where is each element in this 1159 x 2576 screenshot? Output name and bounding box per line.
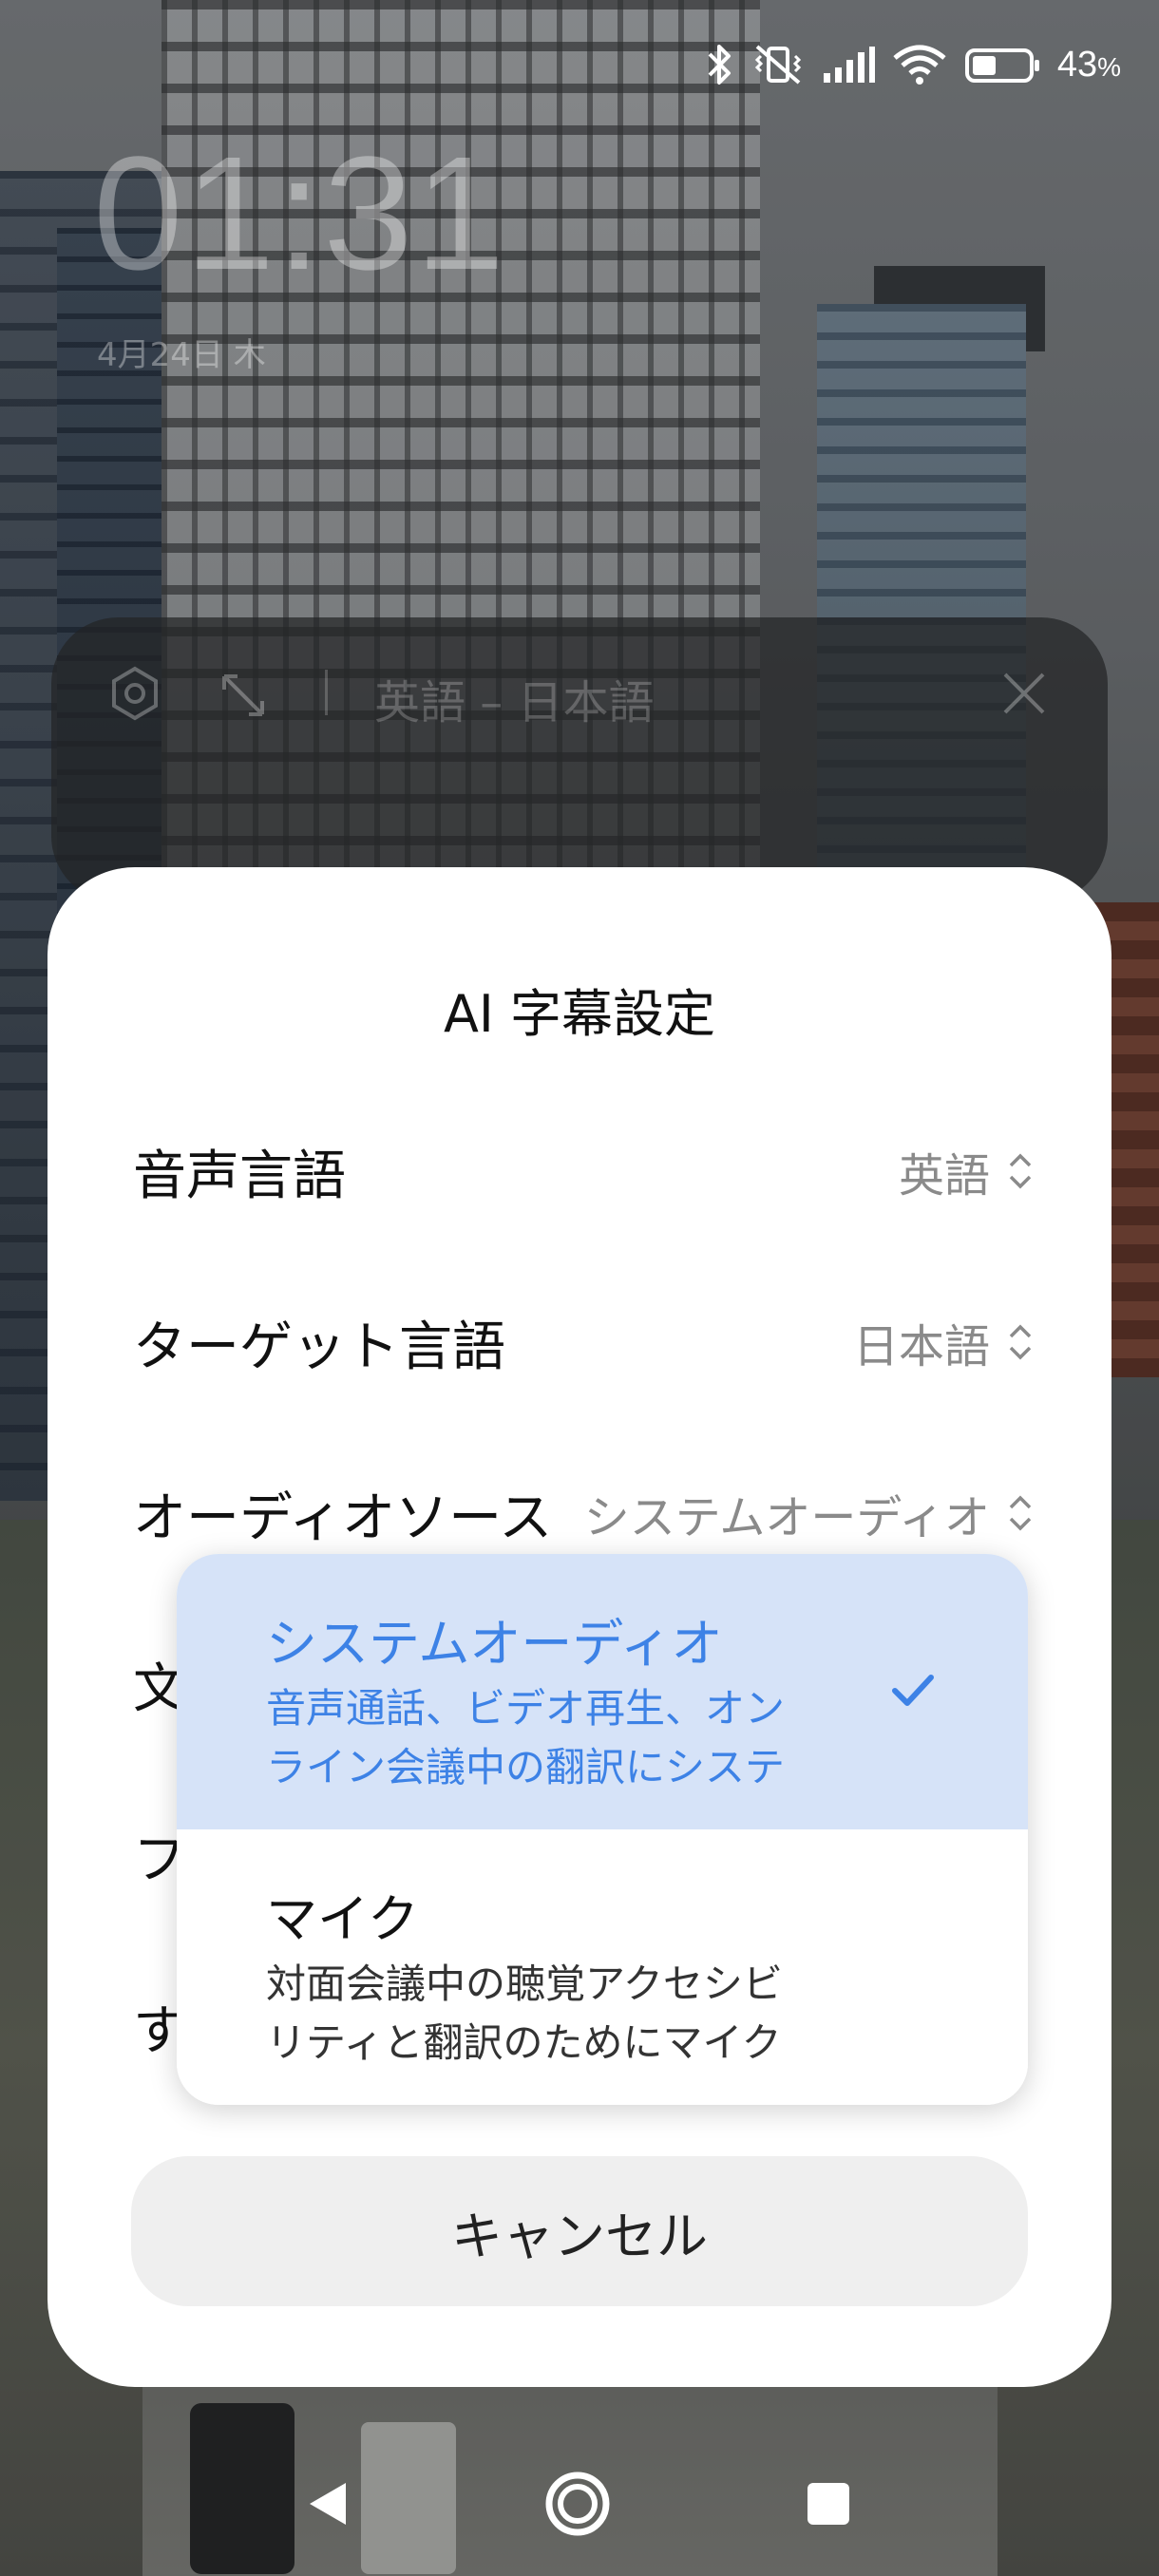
bluetooth-icon [708,45,731,85]
updown-chevron-icon [1009,1495,1032,1531]
recents-icon [808,2483,849,2525]
option-title: マイク [266,1889,419,1949]
row-label: 音声言語 [133,1145,346,1207]
option-description-line: 対面会議中の聴覚アクセシビ [266,1960,783,2007]
option-title: システムオーディオ [266,1614,723,1674]
option-description: 対面会議中の聴覚アクセシビ リティと翻訳のためにマイク [266,1955,836,2073]
row-label: ターゲット言語 [133,1316,505,1378]
settings-hex-icon[interactable] [106,655,163,731]
updown-chevron-icon [1009,1153,1032,1189]
row-speech-language[interactable]: 音声言語 英語 [133,1119,1034,1223]
status-bar: 43% [0,0,1159,133]
lockscreen-date: 4月24日 木 [97,336,266,374]
option-description-line: 音声通話、ビデオ再生、オン [266,1685,786,1732]
row-value[interactable]: 日本語 [853,1309,1034,1375]
battery-percent-value: 43 [1056,44,1098,85]
option-description-line: ライン会議中の翻訳にシステ [266,1744,786,1790]
caption-divider [325,670,328,715]
audio-source-dropdown: システムオーディオ 音声通話、ビデオ再生、オン ライン会議中の翻訳にシステ マイ… [177,1554,1028,2105]
row-label: オーディオソース [133,1487,553,1549]
row-target-language[interactable]: ターゲット言語 日本語 [133,1290,1034,1394]
back-button[interactable] [281,2456,376,2551]
close-icon[interactable] [996,655,1053,731]
row-value-text: システムオーディオ [583,1491,990,1544]
row-value-text: 日本語 [852,1320,990,1373]
option-description: 音声通話、ビデオ再生、オン ライン会議中の翻訳にシステ [266,1679,836,1797]
option-microphone[interactable]: マイク 対面会議中の聴覚アクセシビ リティと翻訳のためにマイク [177,1829,1028,2105]
back-icon [310,2483,346,2525]
sheet-title: AI 字幕設定 [443,984,716,1044]
battery-icon [964,48,1039,83]
updown-chevron-icon [1009,1324,1032,1360]
caption-language-pair: 英語 – 日本語 [374,676,655,729]
battery-percent: 43% [1057,45,1121,85]
cancel-button[interactable]: キャンセル [131,2156,1028,2306]
recents-button[interactable] [781,2456,876,2551]
signal-icon [823,47,875,83]
status-icons: 43% [706,36,1121,93]
check-icon [892,1675,934,1706]
home-button[interactable] [530,2456,625,2551]
row-audio-source[interactable]: オーディオソース システムオーディオ [133,1461,1034,1565]
row-value[interactable]: システムオーディオ [584,1480,1034,1546]
row-value[interactable]: 英語 [899,1138,1034,1204]
home-icon [545,2472,610,2536]
battery-percent-suffix: % [1097,51,1121,82]
option-description-line: リティと翻訳のためにマイク [266,2019,782,2066]
row-value-text: 英語 [898,1149,990,1203]
option-system-audio[interactable]: システムオーディオ 音声通話、ビデオ再生、オン ライン会議中の翻訳にシステ [177,1554,1028,1829]
navigation-bar [0,2432,1159,2576]
vibrate-off-icon [754,45,801,85]
wifi-icon [893,45,946,85]
caption-bar [51,617,1108,902]
lockscreen-clock: 01:31 [93,123,507,304]
expand-icon[interactable] [215,655,272,731]
